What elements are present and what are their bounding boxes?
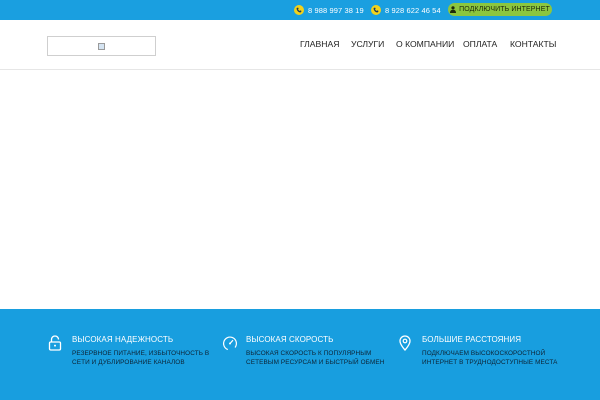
user-icon xyxy=(450,6,457,13)
site-logo[interactable] xyxy=(47,36,156,56)
feature-title: БОЛЬШИЕ РАССТОЯНИЯ xyxy=(422,335,522,344)
feature-title: ВЫСОКАЯ СКОРОСТЬ xyxy=(246,335,334,344)
site-header: ГЛАВНАЯ УСЛУГИ О КОМПАНИИ ОПЛАТА КОНТАКТ… xyxy=(0,20,600,70)
phone-number-2: 8 928 622 46 54 xyxy=(385,5,441,15)
phone-contact-1[interactable]: 8 988 997 38 19 xyxy=(294,3,364,17)
nav-item-home[interactable]: ГЛАВНАЯ xyxy=(300,39,339,49)
nav-item-contacts[interactable]: КОНТАКТЫ xyxy=(510,39,556,49)
phone-icon xyxy=(371,5,381,15)
feature-description: РЕЗЕРВНОЕ ПИТАНИЕ, ИЗБЫТОЧНОСТЬ В СЕТИ И… xyxy=(72,350,210,366)
feature-title: ВЫСОКАЯ НАДЕЖНОСТЬ xyxy=(72,335,174,344)
connect-internet-button[interactable]: ПОДКЛЮЧИТЬ ИНТЕРНЕТ xyxy=(448,3,552,16)
lock-icon xyxy=(48,335,62,351)
map-pin-icon xyxy=(398,335,412,351)
broken-image-icon xyxy=(98,42,105,50)
top-bar: 8 988 997 38 19 8 928 622 46 54 ПОДКЛЮЧИ… xyxy=(0,0,600,20)
nav-item-services[interactable]: УСЛУГИ xyxy=(351,39,384,49)
phone-contact-2[interactable]: 8 928 622 46 54 xyxy=(371,3,441,17)
phone-number-1: 8 988 997 38 19 xyxy=(308,5,364,15)
speedometer-icon xyxy=(222,335,238,351)
nav-item-about[interactable]: О КОМПАНИИ xyxy=(396,39,454,49)
features-section: ВЫСОКАЯ НАДЕЖНОСТЬ РЕЗЕРВНОЕ ПИТАНИЕ, ИЗ… xyxy=(0,309,600,400)
phone-icon xyxy=(294,5,304,15)
connect-internet-label: ПОДКЛЮЧИТЬ ИНТЕРНЕТ xyxy=(459,6,550,13)
hero-banner xyxy=(0,70,600,309)
feature-description: ПОДКЛЮЧАЕМ ВЫСОКОСКОРОСТНОЙ ИНТЕРНЕТ В Т… xyxy=(422,350,558,366)
nav-item-payment[interactable]: ОПЛАТА xyxy=(463,39,497,49)
feature-description: ВЫСОКАЯ СКОРОСТЬ К ПОПУЛЯРНЫМ СЕТЕВЫМ РЕ… xyxy=(246,350,385,366)
